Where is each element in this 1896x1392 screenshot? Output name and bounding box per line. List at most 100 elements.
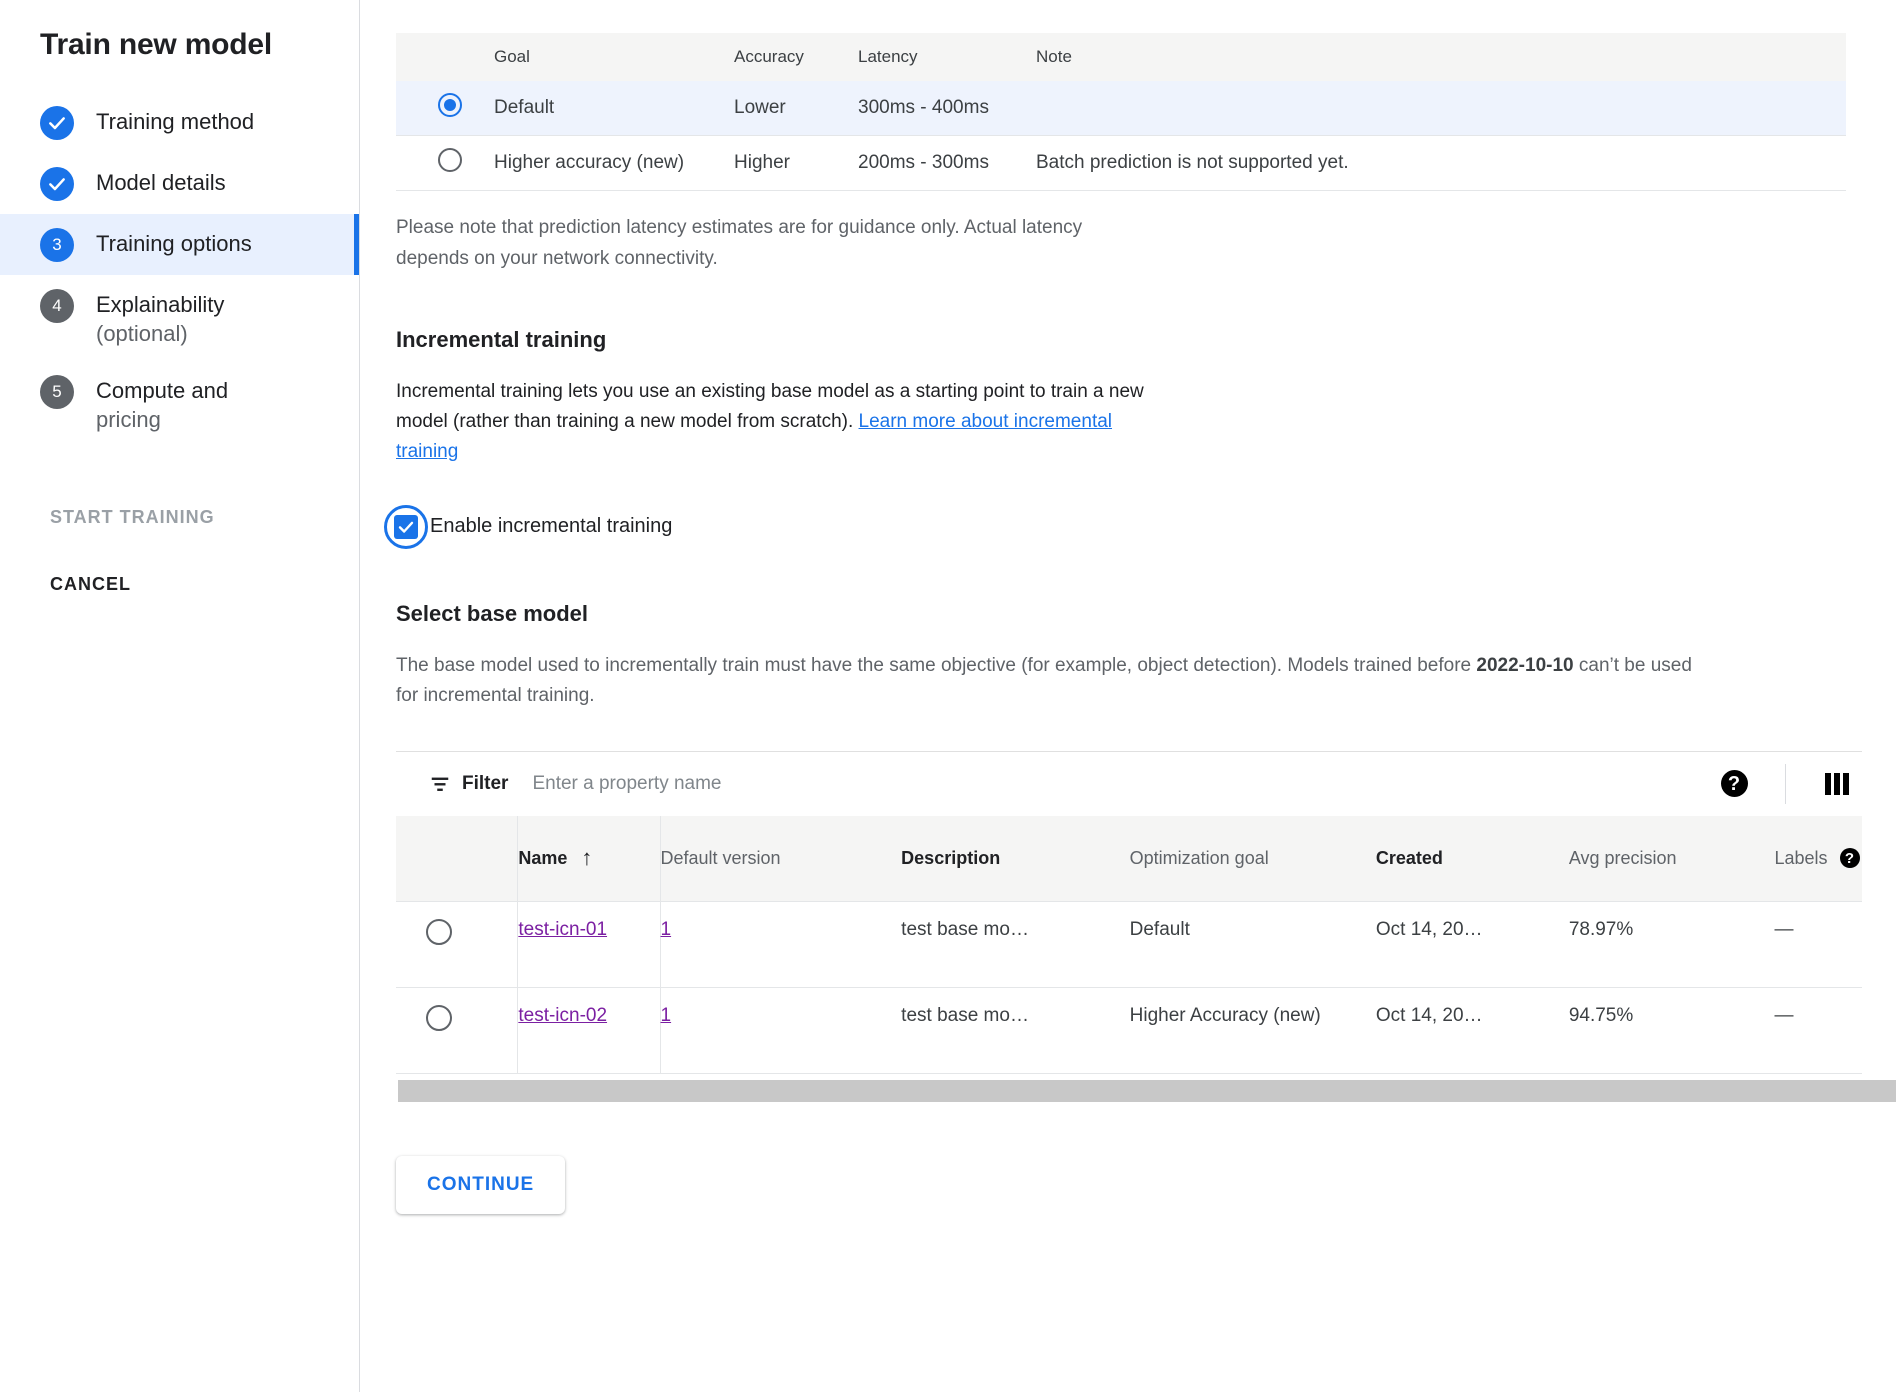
base-model-picker: Filter ?	[396, 751, 1862, 1103]
model-name-link[interactable]: test-icn-01	[518, 919, 607, 940]
filter-input[interactable]	[530, 772, 960, 796]
table-header-row: Goal Accuracy Latency Note	[396, 33, 1846, 81]
sidebar-item-label: Explainability (optional)	[96, 288, 224, 348]
column-header-goal: Goal	[494, 33, 734, 81]
enable-incremental-training-checkbox[interactable]	[384, 505, 428, 549]
sidebar-item-training-method[interactable]: Training method	[0, 92, 359, 153]
model-version-link[interactable]: 1	[661, 1005, 672, 1026]
sidebar-item-label-main: Compute and	[96, 378, 228, 403]
toolbar-divider	[1785, 764, 1786, 804]
model-name-cell: test-icn-02	[518, 988, 660, 1074]
column-header-select	[396, 33, 494, 81]
optimization-goal-table: Goal Accuracy Latency Note Default Lower…	[396, 33, 1846, 191]
select-base-model-heading: Select base model	[396, 601, 1896, 627]
goal-accuracy: Lower	[734, 81, 858, 136]
column-header-select	[396, 816, 518, 902]
goal-latency: 300ms - 400ms	[858, 81, 1036, 136]
sidebar-item-label-sub: (optional)	[96, 319, 224, 348]
column-header-accuracy: Accuracy	[734, 33, 858, 81]
table-row[interactable]: Higher accuracy (new) Higher 200ms - 300…	[396, 136, 1846, 191]
model-labels-cell: —	[1774, 988, 1862, 1074]
check-icon	[397, 518, 415, 536]
column-header-optimization-goal[interactable]: Optimization goal	[1130, 816, 1376, 902]
model-avg-precision-cell: 94.75%	[1569, 988, 1775, 1074]
model-goal-cell: Default	[1130, 902, 1376, 988]
sidebar-item-compute-and-pricing[interactable]: 5 Compute and pricing	[0, 361, 359, 447]
table-header-row: Name ↑ Default version Description Optimi…	[396, 816, 1862, 902]
column-header-created[interactable]: Created	[1376, 816, 1569, 902]
table-row[interactable]: test-icn-02 1 test base mo… Higher Accur…	[396, 988, 1862, 1074]
goal-accuracy: Higher	[734, 136, 858, 191]
sidebar-item-training-options[interactable]: 3 Training options	[0, 214, 359, 275]
sort-ascending-icon: ↑	[581, 847, 592, 869]
help-icon: ?	[1721, 770, 1748, 797]
latency-guidance-note: Please note that prediction latency esti…	[396, 213, 1136, 275]
sidebar-item-label-main: Explainability	[96, 292, 224, 317]
train-new-model-page: Train new model Training method Model de…	[0, 0, 1896, 1392]
radio-select-model[interactable]	[426, 919, 452, 945]
sidebar-item-explainability[interactable]: 4 Explainability (optional)	[0, 275, 359, 361]
model-version-cell: 1	[660, 988, 901, 1074]
incremental-training-description: Incremental training lets you use an exi…	[396, 377, 1156, 467]
model-description-cell: test base mo…	[901, 988, 1129, 1074]
column-header-latency: Latency	[858, 33, 1036, 81]
filter-bar-actions: ?	[1709, 752, 1862, 816]
wizard-sidebar: Train new model Training method Model de…	[0, 0, 360, 1392]
filter-label: Filter	[462, 773, 508, 795]
column-header-name[interactable]: Name ↑	[518, 816, 660, 902]
goal-name: Default	[494, 81, 734, 136]
table-row[interactable]: test-icn-01 1 test base mo… Default Oct …	[396, 902, 1862, 988]
incremental-training-heading: Incremental training	[396, 327, 1896, 353]
labels-help-icon[interactable]: ?	[1840, 848, 1860, 868]
filter-bar: Filter ?	[396, 752, 1862, 816]
column-header-default-version[interactable]: Default version	[660, 816, 901, 902]
enable-incremental-training-row[interactable]: Enable incremental training	[384, 505, 672, 549]
column-header-description[interactable]: Description	[901, 816, 1129, 902]
model-labels-cell: —	[1774, 902, 1862, 988]
base-model-description-part1: The base model used to incrementally tra…	[396, 655, 1476, 676]
column-header-labels-label: Labels	[1774, 848, 1827, 869]
column-settings-button[interactable]	[1812, 759, 1862, 809]
columns-icon	[1825, 773, 1849, 795]
goal-radio-cell	[396, 136, 494, 191]
sidebar-item-label: Training options	[96, 227, 252, 258]
radio-higher-accuracy[interactable]	[438, 148, 462, 172]
model-created-cell: Oct 14, 20…	[1376, 988, 1569, 1074]
table-row[interactable]: Default Lower 300ms - 400ms	[396, 81, 1846, 136]
sidebar-item-model-details[interactable]: Model details	[0, 153, 359, 214]
column-header-avg-precision[interactable]: Avg precision	[1569, 816, 1775, 902]
sidebar-item-label: Compute and pricing	[96, 374, 228, 434]
model-select-cell	[396, 988, 518, 1074]
horizontal-scrollbar[interactable]	[398, 1080, 1896, 1102]
model-description-cell: test base mo…	[901, 902, 1129, 988]
model-goal-cell: Higher Accuracy (new)	[1130, 988, 1376, 1074]
sidebar-item-label: Model details	[96, 166, 226, 197]
base-model-cutoff-date: 2022-10-10	[1476, 655, 1573, 676]
goal-name: Higher accuracy (new)	[494, 136, 734, 191]
continue-button[interactable]: CONTINUE	[396, 1156, 565, 1214]
radio-default[interactable]	[438, 93, 462, 117]
help-button[interactable]: ?	[1709, 759, 1759, 809]
step-complete-icon	[40, 106, 74, 140]
column-header-name-label: Name	[518, 848, 567, 869]
model-name-link[interactable]: test-icn-02	[518, 1005, 607, 1026]
model-table-wrapper: Name ↑ Default version Description Optimi…	[396, 816, 1862, 1075]
page-title: Train new model	[0, 28, 359, 62]
goal-latency: 200ms - 300ms	[858, 136, 1036, 191]
start-training-button[interactable]: START TRAINING	[0, 507, 359, 528]
model-version-link[interactable]: 1	[661, 919, 672, 940]
step-complete-icon	[40, 167, 74, 201]
model-version-cell: 1	[660, 902, 901, 988]
radio-select-model[interactable]	[426, 1005, 452, 1031]
sidebar-item-label-sub: pricing	[96, 405, 228, 434]
step-number-badge: 5	[40, 375, 74, 409]
column-header-labels[interactable]: Labels?	[1774, 816, 1862, 902]
filter-icon[interactable]	[429, 773, 451, 795]
base-model-description: The base model used to incrementally tra…	[396, 651, 1696, 711]
model-avg-precision-cell: 78.97%	[1569, 902, 1775, 988]
column-header-note: Note	[1036, 33, 1846, 81]
step-number-badge: 3	[40, 228, 74, 262]
enable-incremental-training-label: Enable incremental training	[430, 515, 672, 538]
model-created-cell: Oct 14, 20…	[1376, 902, 1569, 988]
cancel-button[interactable]: CANCEL	[0, 574, 359, 595]
